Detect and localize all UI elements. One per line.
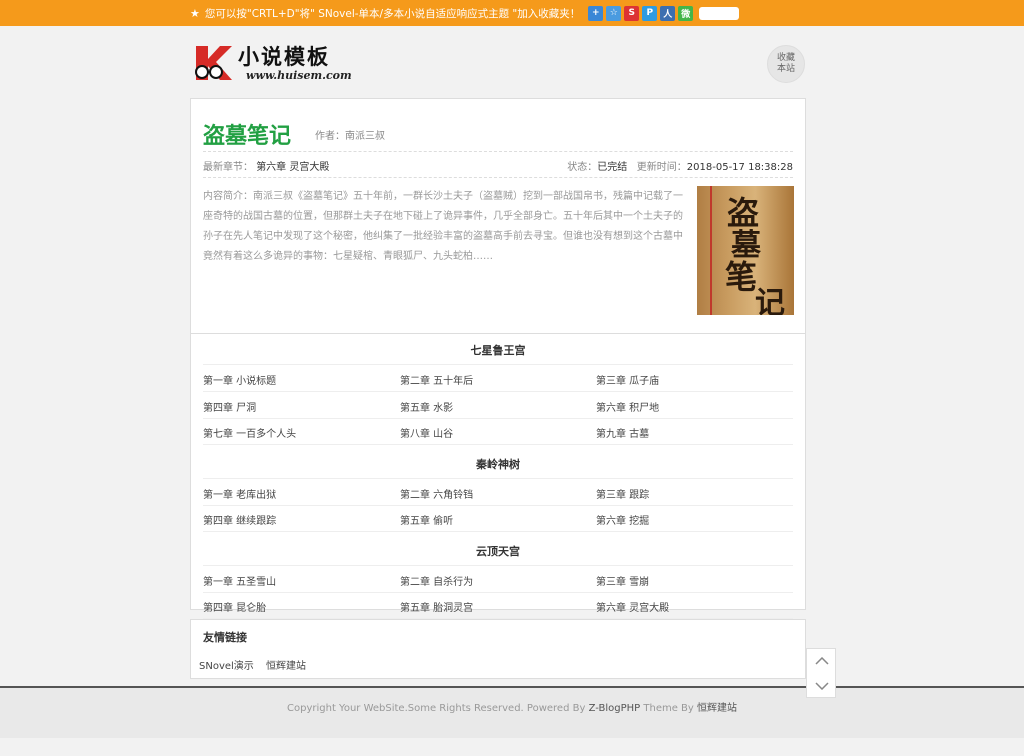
chapter-link[interactable]: 第五章 偷听 [400,512,453,527]
share-more-button[interactable] [699,6,740,20]
top-notice-bar: ★ 您可以按"CRTL+D"将" SNovel-单本/多本小说自适应响应式主题 … [0,0,1024,26]
chapter-link[interactable]: 第八章 山谷 [400,425,453,440]
book-author: 作者：南派三叔 [315,131,385,142]
latest-chapter: 最新章节： 第六章 灵宫大殿 [203,158,329,173]
chapter-link[interactable]: 第四章 昆仑胎 [203,599,266,614]
divider [203,504,793,506]
share-star-icon[interactable]: ☆ [606,5,622,21]
chapter-link[interactable]: 第五章 水影 [400,399,453,414]
footer-copyright: Copyright Your WebSite.Some Rights Reser… [287,703,589,714]
chapter-link[interactable]: 第六章 积尸地 [596,399,659,414]
status-label: 状态： [567,162,598,173]
latest-label: 最新章节： [203,162,253,173]
footer-zblog-link[interactable]: Z-BlogPHP [589,703,641,714]
chevron-up-icon [815,657,829,665]
scroll-controls [806,648,836,698]
star-icon: ★ [190,6,200,20]
footer-theme-link[interactable]: 恒辉建站 [697,703,737,714]
chevron-down-icon [815,682,829,690]
chapter-link[interactable]: 第三章 瓜子庙 [596,372,659,387]
divider [203,477,793,479]
bookmark-notice: 您可以按"CRTL+D"将" SNovel-单本/多本小说自适应响应式主题 "加… [204,7,581,20]
site-logo[interactable]: 小说模板 www.huisem.com [192,42,352,84]
chapter-link[interactable]: 第二章 五十年后 [400,372,473,387]
book-info-card: 盗墓笔记 作者：南派三叔 最新章节： 第六章 灵宫大殿 状态：已完结 更新时间：… [190,98,806,334]
chapter-link[interactable]: 第五章 胎洞灵宫 [400,599,473,614]
share-renren-icon[interactable]: 人 [660,5,676,21]
book-status: 状态：已完结 更新时间：2018-05-17 18:38:28 [567,158,793,173]
divider [203,591,793,593]
footer: Copyright Your WebSite.Some Rights Reser… [0,688,1024,738]
status-value: 已完结 [597,162,628,173]
latest-chapter-link[interactable]: 第六章 灵宫大殿 [256,162,329,173]
book-intro: 内容简介：南派三叔《盗墓笔记》五十年前，一群长沙土夫子（盗墓贼）挖到一部战国帛书… [203,191,683,262]
cover-glyph: 记 [755,286,785,315]
favorite-label-2: 本站 [776,64,795,74]
friend-link[interactable]: SNovel演示 [199,657,254,672]
chapter-link[interactable]: 第三章 雪崩 [596,573,649,588]
chapter-link[interactable]: 第六章 挖掘 [596,512,649,527]
divider [203,151,793,152]
share-weibo-icon[interactable]: S [624,5,640,21]
links-title: 友情链接 [203,631,247,644]
share-plus-icon[interactable]: + [588,5,604,21]
divider [203,177,793,178]
volume-title: 七星鲁王宫 [470,344,526,357]
chapter-link[interactable]: 第四章 继续跟踪 [203,512,276,527]
scroll-up-button[interactable] [807,649,837,673]
cover-glyph: 笔 [725,258,758,296]
chapter-link[interactable]: 第一章 五圣雪山 [203,573,276,588]
chapter-link[interactable]: 第六章 灵宫大殿 [596,599,669,614]
chapter-link[interactable]: 第九章 古墓 [596,425,649,440]
updated-value: 2018-05-17 18:38:28 [686,162,793,173]
volume-title: 云顶天宫 [476,544,520,558]
favorite-button[interactable]: 收藏 本站 [767,45,805,83]
chapter-link[interactable]: 第二章 自杀行为 [400,573,473,588]
book-cover-image: 盗墓笔记 [697,186,794,315]
share-wechat-icon[interactable]: 微 [678,5,694,21]
chapter-link[interactable]: 第一章 老库出狱 [203,486,276,501]
divider [203,391,793,392]
volume-title: 秦岭神树 [476,457,520,471]
divider [203,444,793,445]
chapter-link[interactable]: 第三章 跟踪 [596,486,649,501]
share-qzone-icon[interactable]: P [642,5,658,21]
chapter-link[interactable]: 第七章 一百多个人头 [203,425,296,440]
logo-url: www.huisem.com [246,68,352,82]
chapter-link[interactable]: 第一章 小说标题 [203,372,276,387]
scroll-down-button[interactable] [807,674,837,698]
favorite-label-1: 收藏 [776,53,795,63]
divider [203,417,793,419]
friend-link[interactable]: 恒辉建站 [266,657,306,672]
divider [203,564,793,566]
divider [203,364,793,365]
logo-title: 小说模板 [238,43,330,69]
friend-links: 友情链接 SNovel演示 恒辉建站 [190,619,806,679]
book-title[interactable]: 盗墓笔记 [203,118,291,150]
updated-label: 更新时间： [636,162,687,173]
footer-theme-label: Theme By [640,703,697,714]
share-icons: + ☆ S P 人微 [588,5,694,21]
cover-string [710,186,712,315]
chapter-link[interactable]: 第四章 尸洞 [203,399,256,414]
chapter-list: 七星鲁王宫第一章 小说标题 第二章 五十年后 第三章 瓜子庙第四章 尸洞 第五章 水影… [190,334,806,619]
chapter-link[interactable]: 第二章 六角铃铛 [400,486,473,501]
divider [203,531,793,532]
logo-mark-icon [192,42,234,84]
